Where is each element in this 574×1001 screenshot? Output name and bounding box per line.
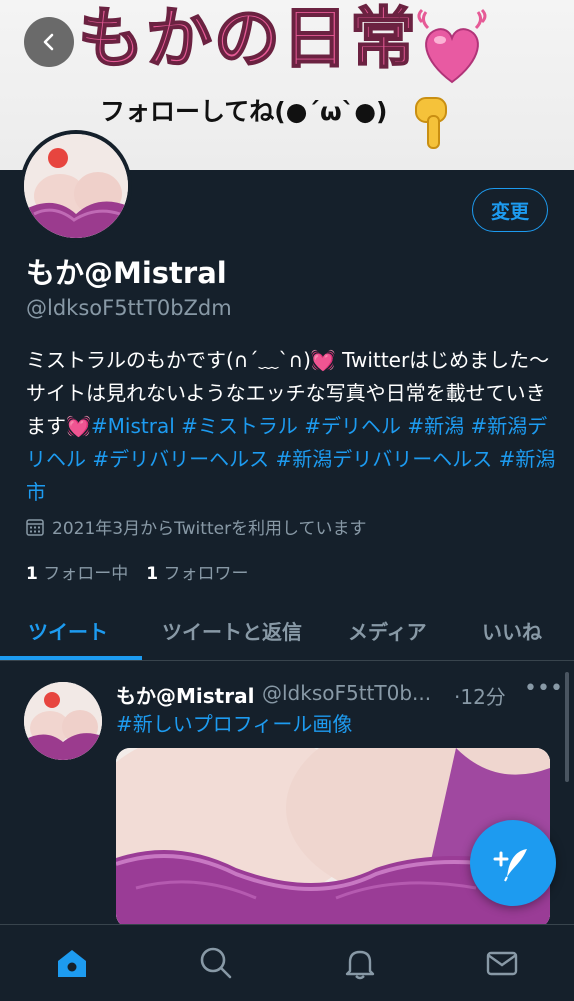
tweet-timestamp: ·12分 bbox=[454, 685, 506, 709]
scrollbar[interactable] bbox=[565, 672, 569, 782]
bottom-navigation bbox=[0, 924, 574, 1001]
banner-subtitle: フォローしてね(●´ω`●) bbox=[100, 97, 388, 126]
profile-handle: @ldksoF5ttT0bZdm bbox=[26, 296, 232, 320]
pointing-finger-icon bbox=[415, 97, 447, 149]
tweet-hashtag[interactable]: #新しいプロフィール画像 bbox=[116, 708, 352, 737]
following-count: 1 bbox=[26, 564, 38, 584]
followers-label: フォロワー bbox=[163, 564, 249, 584]
profile-avatar[interactable] bbox=[20, 130, 132, 242]
heart-icon bbox=[417, 8, 487, 84]
hashtag-link[interactable]: #新潟デリバリーヘルス bbox=[275, 447, 492, 471]
hashtag-link[interactable]: #新潟 bbox=[407, 414, 464, 438]
tweet-author-handle: @ldksoF5ttT0b... bbox=[262, 681, 432, 705]
followers-link[interactable]: 1 フォロワー bbox=[146, 559, 248, 584]
heart-emoji-icon: 💓 bbox=[310, 348, 336, 372]
tab-media[interactable]: メディア bbox=[348, 616, 427, 645]
bell-icon[interactable] bbox=[342, 945, 378, 981]
heart-emoji-icon: 💓 bbox=[66, 414, 91, 438]
following-label: フォロー中 bbox=[43, 564, 129, 584]
back-button[interactable] bbox=[24, 17, 74, 67]
joined-text: 2021年3月からTwitterを利用しています bbox=[52, 519, 367, 539]
tab-tweets[interactable]: ツイート bbox=[28, 616, 108, 645]
tweet-avatar[interactable] bbox=[24, 682, 102, 760]
tweet-author-name: もか@Mistral bbox=[116, 684, 255, 708]
banner-title: もかの日常 bbox=[77, 0, 418, 77]
tab-tweets-replies[interactable]: ツイートと返信 bbox=[162, 616, 302, 645]
follow-stats: 1 フォロー中 1 フォロワー bbox=[26, 559, 249, 584]
mail-icon[interactable] bbox=[484, 945, 520, 981]
compose-tweet-button[interactable] bbox=[470, 820, 556, 906]
profile-name: もか@Mistral bbox=[26, 256, 227, 290]
profile-tabs: ツイート ツイートと返信 メディア いいね bbox=[0, 600, 574, 661]
calendar-icon bbox=[26, 518, 44, 536]
avatar-image bbox=[24, 134, 128, 238]
hashtag-link[interactable]: #ミストラル bbox=[181, 414, 298, 438]
hashtag-link[interactable]: #デリヘル bbox=[304, 414, 401, 438]
compose-feather-icon bbox=[493, 849, 527, 882]
edit-profile-button[interactable]: 変更 bbox=[472, 188, 548, 232]
hashtag-link[interactable]: #デリバリーヘルス bbox=[92, 447, 269, 471]
following-link[interactable]: 1 フォロー中 bbox=[26, 559, 128, 584]
home-icon[interactable] bbox=[54, 945, 90, 981]
avatar-image bbox=[24, 682, 102, 760]
active-tab-indicator bbox=[0, 656, 142, 660]
chevron-left-icon bbox=[43, 33, 54, 51]
joined-date: 2021年3月からTwitterを利用しています bbox=[26, 514, 367, 539]
bio-text: ミストラルのもかです(∩´﹏`∩) bbox=[26, 348, 311, 372]
profile-bio: ミストラルのもかです(∩´﹏`∩)💓 Twitterはじめました〜 サイトは見れ… bbox=[26, 344, 556, 509]
more-options-icon[interactable]: ••• bbox=[524, 676, 563, 701]
search-icon[interactable] bbox=[198, 945, 234, 981]
hashtag-link[interactable]: #Mistral bbox=[91, 414, 175, 438]
followers-count: 1 bbox=[146, 564, 159, 584]
tab-likes[interactable]: いいね bbox=[482, 616, 542, 645]
